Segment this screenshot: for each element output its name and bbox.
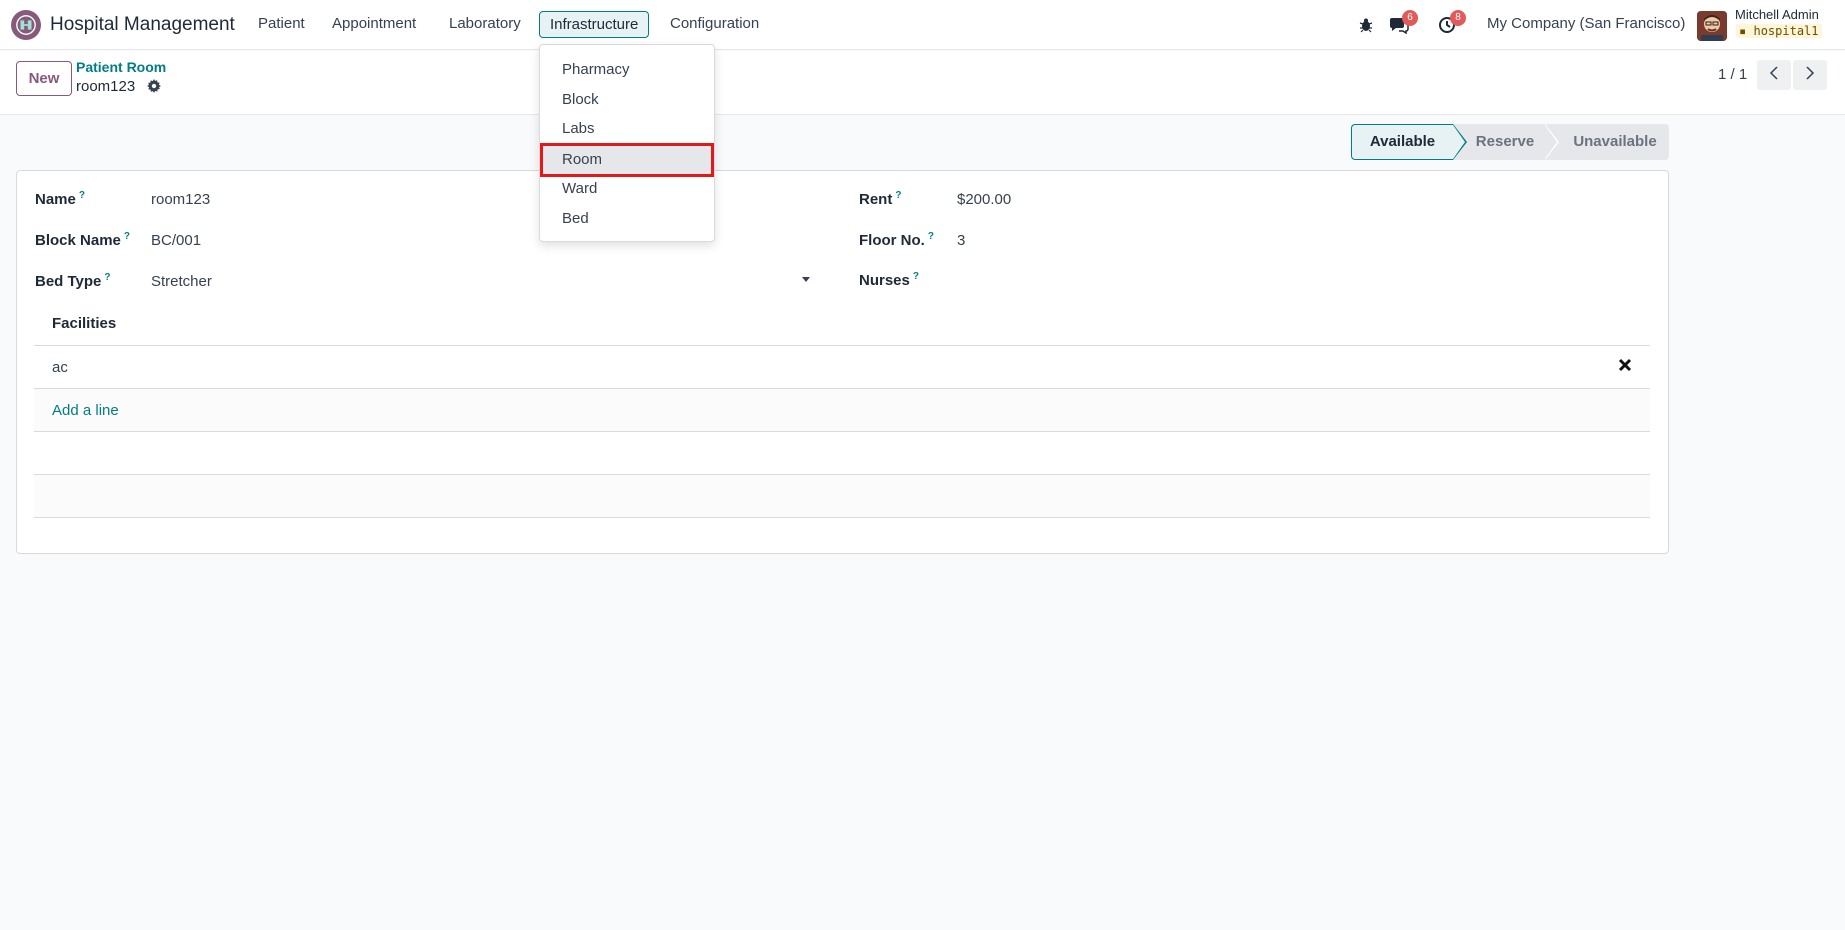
help-tooltip-icon[interactable]: ? bbox=[104, 272, 110, 283]
facilities-table-header: Facilities bbox=[34, 301, 1650, 346]
bed-type-select[interactable]: Stretcher bbox=[151, 273, 212, 290]
help-tooltip-icon[interactable]: ? bbox=[895, 190, 901, 201]
table-row[interactable]: ac bbox=[34, 346, 1650, 389]
menu-item-bed[interactable]: Bed bbox=[540, 204, 714, 234]
menu-infrastructure[interactable]: Infrastructure bbox=[539, 11, 650, 38]
database-name-text: hospital1 bbox=[1753, 24, 1819, 38]
messages-chat-icon[interactable]: 6 bbox=[1388, 10, 1418, 36]
empty-table-row bbox=[34, 475, 1650, 518]
menu-item-labs[interactable]: Labs bbox=[540, 114, 714, 144]
facilities-column-header[interactable]: Facilities bbox=[52, 315, 116, 332]
control-panel: New Patient Room room123 1 / 1 bbox=[0, 51, 1845, 115]
menu-item-block[interactable]: Block bbox=[540, 85, 714, 115]
user-name[interactable]: Mitchell Admin bbox=[1735, 7, 1819, 22]
status-bar: Available Reserve Unavailable bbox=[1351, 124, 1669, 160]
breadcrumb-patient-room[interactable]: Patient Room bbox=[76, 59, 166, 75]
add-a-line-link[interactable]: Add a line bbox=[52, 402, 119, 419]
company-switcher[interactable]: My Company (San Francisco) bbox=[1487, 15, 1685, 32]
debug-bug-icon[interactable] bbox=[1355, 14, 1377, 36]
new-record-button[interactable]: New bbox=[16, 61, 72, 96]
block-name-field[interactable]: BC/001 bbox=[151, 232, 201, 249]
help-tooltip-icon[interactable]: ? bbox=[928, 231, 934, 242]
help-tooltip-icon[interactable]: ? bbox=[913, 271, 919, 282]
menu-item-room[interactable]: Room bbox=[540, 143, 714, 177]
pager-next-button[interactable] bbox=[1793, 60, 1827, 90]
block-name-label: Block Name? bbox=[35, 231, 130, 249]
database-icon: ▪ bbox=[1739, 24, 1747, 38]
empty-table-row bbox=[34, 432, 1650, 475]
facilities-table: Facilities ac Add a line bbox=[34, 301, 1650, 518]
top-navbar: Hospital Management Patient Appointment … bbox=[0, 0, 1845, 50]
chevron-right-icon bbox=[1805, 66, 1815, 84]
stage-reserve-label: Reserve bbox=[1475, 133, 1535, 150]
stage-unavailable[interactable]: Unavailable bbox=[1545, 124, 1669, 160]
floor-no-label: Floor No.? bbox=[859, 231, 934, 249]
stage-unavailable-label: Unavailable bbox=[1573, 133, 1657, 150]
help-tooltip-icon[interactable]: ? bbox=[79, 190, 85, 201]
bed-type-label: Bed Type? bbox=[35, 272, 111, 290]
stage-available[interactable]: Available bbox=[1351, 124, 1467, 160]
gear-icon[interactable] bbox=[147, 79, 163, 95]
rent-label: Rent? bbox=[859, 190, 902, 208]
menu-laboratory[interactable]: Laboratory bbox=[449, 15, 521, 32]
form-sheet: Name? room123 Block Name? BC/001 Bed Typ… bbox=[16, 170, 1669, 554]
delete-row-icon[interactable] bbox=[1618, 358, 1634, 374]
hospital-app-icon[interactable] bbox=[11, 10, 41, 40]
chevron-down-icon[interactable] bbox=[802, 277, 810, 282]
add-line-row: Add a line bbox=[34, 389, 1650, 432]
pager-value[interactable]: 1 / 1 bbox=[1718, 66, 1747, 83]
pager-previous-button[interactable] bbox=[1757, 60, 1791, 90]
activities-count-badge: 8 bbox=[1450, 10, 1466, 26]
menu-configuration[interactable]: Configuration bbox=[670, 15, 759, 32]
infrastructure-dropdown-menu: Pharmacy Block Labs Room Ward Bed bbox=[539, 44, 715, 242]
activities-clock-icon[interactable]: 8 bbox=[1436, 10, 1466, 36]
name-label: Name? bbox=[35, 190, 85, 208]
menu-item-pharmacy[interactable]: Pharmacy bbox=[540, 55, 714, 85]
breadcrumb-current-record: room123 bbox=[76, 78, 136, 95]
user-avatar[interactable] bbox=[1697, 11, 1727, 41]
facility-cell[interactable]: ac bbox=[52, 359, 68, 376]
database-name: ▪ hospital1 bbox=[1736, 24, 1822, 38]
name-field[interactable]: room123 bbox=[151, 191, 210, 208]
menu-patient[interactable]: Patient bbox=[258, 15, 305, 32]
rent-field[interactable]: $200.00 bbox=[957, 191, 1011, 208]
chevron-left-icon bbox=[1769, 66, 1779, 84]
nurses-label: Nurses? bbox=[859, 271, 919, 289]
floor-no-field[interactable]: 3 bbox=[957, 232, 965, 249]
help-tooltip-icon[interactable]: ? bbox=[124, 231, 130, 242]
menu-item-ward[interactable]: Ward bbox=[540, 174, 714, 204]
menu-appointment[interactable]: Appointment bbox=[332, 15, 416, 32]
app-brand-title[interactable]: Hospital Management bbox=[50, 14, 235, 36]
messages-count-badge: 6 bbox=[1402, 10, 1418, 26]
stage-available-label: Available bbox=[1369, 133, 1436, 150]
